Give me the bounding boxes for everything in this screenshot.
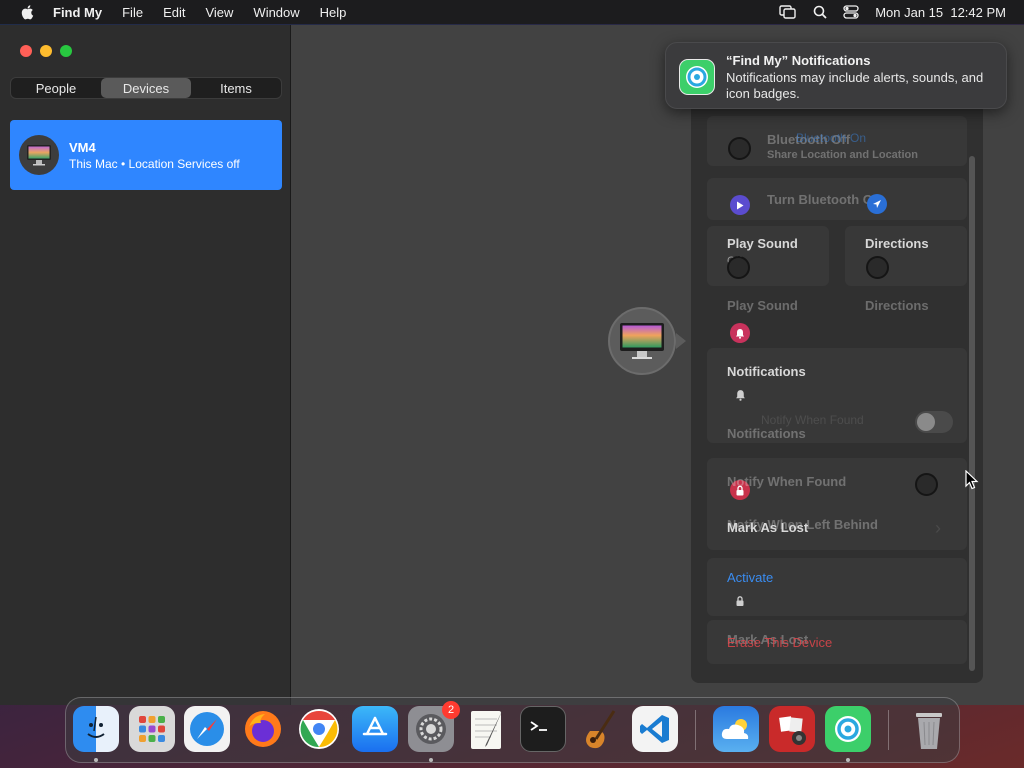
chrome-icon[interactable] <box>296 706 342 752</box>
menu-view[interactable]: View <box>205 5 233 20</box>
settings-running-dot <box>429 758 433 762</box>
device-details-panel: Bluetooth Off Bluetooth On Share Locatio… <box>691 86 983 683</box>
directions-icon <box>866 256 889 279</box>
find-my-app-icon <box>679 59 715 95</box>
trash-icon[interactable] <box>906 706 952 752</box>
menu-help[interactable]: Help <box>320 5 347 20</box>
imac-icon <box>620 323 664 359</box>
notify-when-found-switch[interactable] <box>915 473 938 496</box>
lock-icon <box>730 591 750 611</box>
notification-title: “Find My” Notifications <box>726 53 871 68</box>
minimize-window-button[interactable] <box>40 45 52 57</box>
turn-bluetooth-on-button[interactable]: Turn Bluetooth On <box>767 192 881 207</box>
settings-badge: 2 <box>442 701 460 719</box>
tab-devices[interactable]: Devices <box>101 78 191 98</box>
notify-when-found-label: Notify When Found <box>727 474 847 489</box>
play-icon <box>730 195 750 215</box>
garageband-icon[interactable] <box>576 706 622 752</box>
bluetooth-status-icon <box>728 137 751 160</box>
directions-card[interactable] <box>845 226 967 286</box>
play-sound-card[interactable] <box>707 226 829 286</box>
small-bell-icon <box>730 385 750 405</box>
zoom-window-button[interactable] <box>60 45 72 57</box>
chevron-right-icon: › <box>935 518 941 538</box>
menu-window[interactable]: Window <box>253 5 299 20</box>
lost-mode-card <box>707 458 967 550</box>
menubar-clock[interactable]: Mon Jan 15 12:42 PM <box>875 5 1006 20</box>
device-list-item[interactable]: VM4 This Mac • Location Services off <box>10 120 282 190</box>
app-menu-find-my[interactable]: Find My <box>53 5 102 20</box>
bluetooth-on-ghost-label: Bluetooth On <box>796 131 867 145</box>
search-icon[interactable] <box>813 5 827 19</box>
directions-label: Directions <box>865 236 929 251</box>
tab-people[interactable]: People <box>11 78 101 98</box>
panel-scrollbar[interactable] <box>969 156 975 671</box>
directions-arrow-icon <box>867 194 887 214</box>
app-store-icon[interactable] <box>352 706 398 752</box>
menu-edit[interactable]: Edit <box>163 5 185 20</box>
notification-banner[interactable]: “Find My” Notifications Notifications ma… <box>665 42 1007 109</box>
window-controls <box>20 45 72 57</box>
system-settings-icon[interactable]: 2 <box>408 701 460 752</box>
notify-when-found-ghost-label: Notify When Found <box>761 413 864 427</box>
menu-bar: Find My File Edit View Window Help Mon J… <box>0 0 1024 24</box>
safari-icon[interactable] <box>184 706 230 752</box>
bell-icon <box>730 323 750 343</box>
tab-items[interactable]: Items <box>191 78 281 98</box>
play-sound-ghost-label: Play Sound <box>727 298 798 313</box>
menu-file[interactable]: File <box>122 5 143 20</box>
finder-running-dot <box>94 758 98 762</box>
sidebar: People Devices Items VM4 This Mac • Loca… <box>0 25 291 705</box>
control-center-icon[interactable] <box>843 5 859 19</box>
find-my-running-dot <box>846 758 850 762</box>
notifications-ghost-label: Notifications <box>727 426 806 441</box>
find-my-dock-icon[interactable] <box>825 706 871 752</box>
mark-as-lost-heading: Mark As Lost <box>727 520 809 535</box>
apple-icon[interactable] <box>19 3 37 21</box>
close-window-button[interactable] <box>20 45 32 57</box>
dock-separator-trash <box>888 710 889 750</box>
erase-this-device-button[interactable]: Erase This Device <box>727 635 832 650</box>
activate-button[interactable]: Activate <box>727 570 773 585</box>
launchpad-icon[interactable] <box>129 706 175 752</box>
textedit-icon[interactable] <box>464 706 510 752</box>
imac-icon <box>19 135 59 175</box>
terminal-icon[interactable] <box>520 706 566 752</box>
notifications-heading: Notifications <box>727 364 806 379</box>
map-pin-pointer <box>676 333 686 349</box>
weather-icon[interactable] <box>713 706 759 752</box>
device-name: VM4 <box>69 140 96 155</box>
dock-separator <box>695 710 696 750</box>
mouse-cursor-icon <box>965 470 979 490</box>
dock: 2 <box>65 697 960 763</box>
photo-booth-icon[interactable] <box>769 706 815 752</box>
play-sound-label: Play Sound <box>727 236 798 251</box>
sidebar-tabs: People Devices Items <box>10 77 282 99</box>
finder-icon[interactable] <box>73 706 119 752</box>
notify-when-found-toggle[interactable] <box>915 411 953 433</box>
device-map-pin[interactable] <box>608 307 676 375</box>
directions-ghost-label: Directions <box>865 298 929 313</box>
vscode-icon[interactable] <box>632 706 678 752</box>
notification-body: Notifications may include alerts, sounds… <box>726 70 984 101</box>
screen-mirroring-icon[interactable] <box>779 5 797 19</box>
device-subtitle: This Mac • Location Services off <box>69 157 240 171</box>
firefox-icon[interactable] <box>240 706 286 752</box>
bluetooth-subtitle: Share Location and Location <box>767 149 918 161</box>
play-sound-icon <box>727 256 750 279</box>
